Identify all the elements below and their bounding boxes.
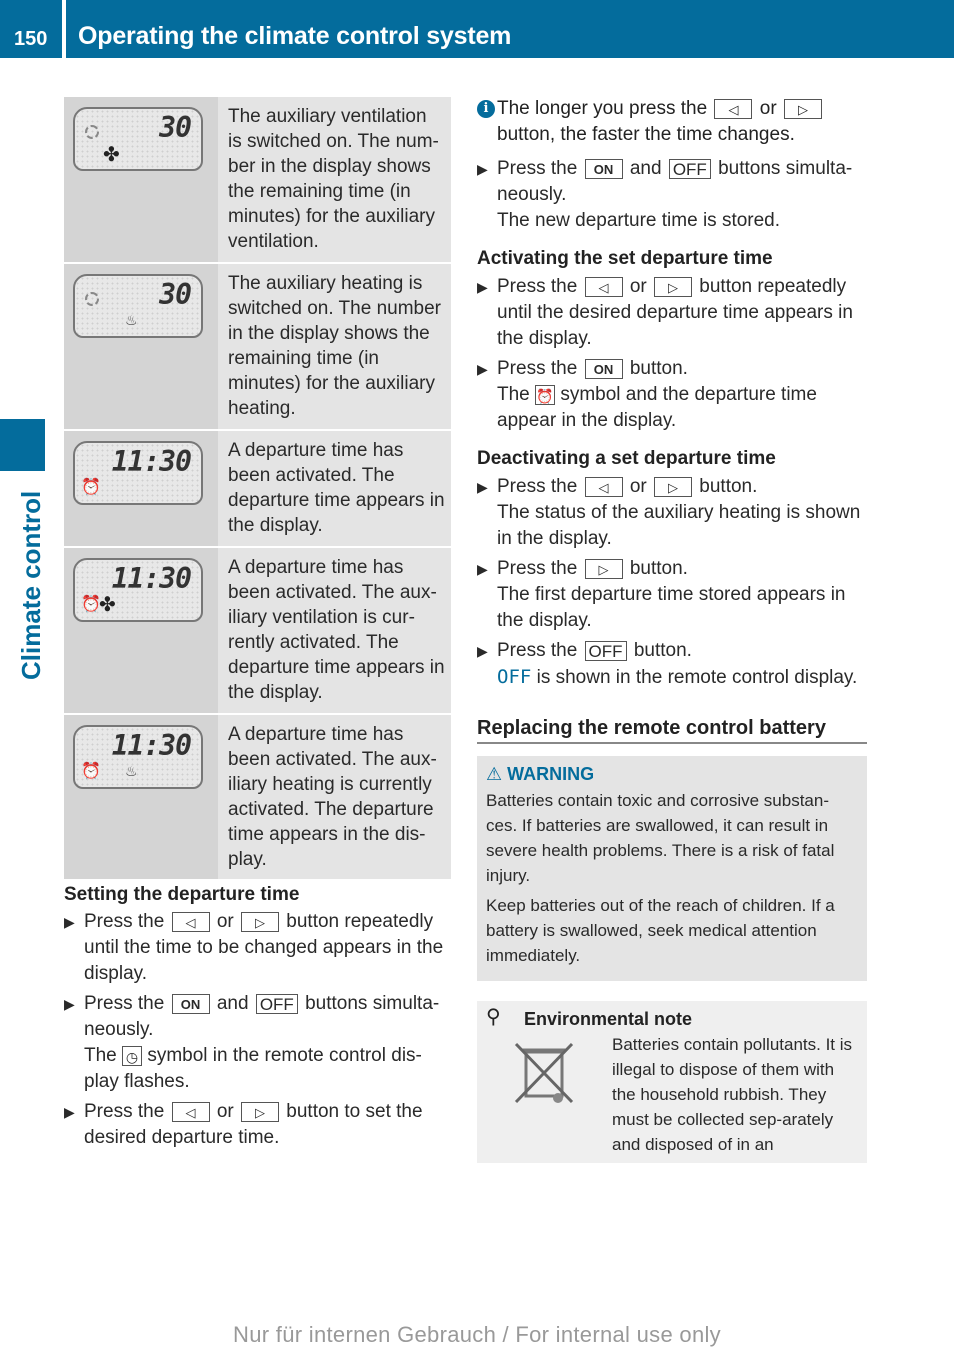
alarm-clock-icon: ⏰ (81, 596, 101, 613)
chapter-label: Climate control (16, 490, 46, 680)
instruction-step: ▶ Press the ◁ or ▷ button to set the des… (64, 1101, 423, 1148)
off-key-icon: OFF (255, 993, 298, 1014)
warning-triangle-icon: ⚠ (486, 764, 503, 784)
step-arrow-icon: ▶ (477, 479, 488, 495)
off-key-icon: OFF (668, 158, 711, 179)
instruction-step: ▶ Press the ◁ or ▷ button repeatedly unt… (64, 911, 444, 984)
right-key-icon: ▷ (241, 1101, 280, 1122)
step-arrow-icon: ▶ (477, 161, 488, 177)
left-key-icon: ◁ (584, 276, 623, 297)
step-arrow-icon: ▶ (477, 643, 488, 659)
lcd-display-image: 11:30 ⏰ ♨ (73, 725, 203, 789)
step-arrow-icon: ▶ (477, 561, 488, 577)
chapter-tab-marker (0, 419, 45, 471)
header-divider (62, 0, 66, 58)
clock-icon (85, 292, 99, 306)
right-column: i The longer you press the ◁ or ▷ button… (477, 96, 867, 1163)
lcd-display-image: 30 ♨ (73, 274, 203, 338)
instruction-step: ▶ Press the ON button. The ⏰ symbol and … (477, 358, 817, 431)
warning-box: ⚠ WARNING Batteries contain toxic and co… (477, 756, 867, 981)
left-key-icon: ◁ (171, 911, 210, 932)
right-key-icon: ▷ (654, 276, 693, 297)
step-arrow-icon: ▶ (64, 1104, 75, 1120)
warning-text: Keep batteries out of the reach of child… (486, 896, 835, 965)
table-row: 11:30 ⏰ A departure time has been activa… (64, 431, 451, 548)
instruction-step: ▶ Press the ◁ or ▷ button. The status of… (477, 476, 861, 549)
section-heading: Activating the set departure time (477, 248, 773, 269)
off-key-icon: OFF (584, 640, 627, 661)
info-note: i The longer you press the ◁ or ▷ button… (477, 96, 867, 148)
step-arrow-icon: ▶ (477, 279, 488, 295)
table-cell-description: The auxiliary heating is switched on. Th… (218, 264, 451, 429)
heating-icon: ♨ (125, 312, 138, 328)
env-note-title: Environmental note (524, 1009, 693, 1029)
step-arrow-icon: ▶ (64, 914, 75, 930)
left-key-icon: ◁ (584, 476, 623, 497)
display-symbols-table: 30 ✤ The auxiliary ventilation is switch… (64, 97, 451, 879)
right-key-icon: ▷ (241, 911, 280, 932)
step-arrow-icon: ▶ (477, 361, 488, 377)
right-key-icon: ▷ (783, 98, 822, 119)
warning-text: Batteries contain toxic and corrosive su… (486, 791, 835, 885)
fan-icon: ✤ (103, 144, 120, 166)
page-header: 150 Operating the climate control system (0, 0, 954, 58)
clock-icon (85, 125, 99, 139)
table-row: 30 ✤ The auxiliary ventilation is switch… (64, 97, 451, 264)
on-key-icon: ON (584, 158, 623, 179)
page-title: Operating the climate control system (78, 22, 512, 50)
off-display-text: OFF (497, 666, 532, 688)
instruction-step: ▶ Press the ▷ button. The first departur… (477, 558, 846, 631)
section-heading: Deactivating a set departure time (477, 448, 776, 469)
clock-symbol-icon: ◷ (122, 1045, 143, 1066)
heating-icon: ♨ (125, 763, 138, 779)
instruction-step: ▶ Press the OFF button. OFF is shown in … (477, 640, 858, 688)
left-key-icon: ◁ (714, 98, 753, 119)
table-cell-description: The auxiliary ventilation is switched on… (218, 97, 451, 262)
lcd-display-image: 11:30 ⏰ (73, 441, 203, 505)
environmental-note: ⚲ Environmental note Batteries contain p… (477, 1001, 867, 1163)
section-heading: Setting the departure time (64, 884, 300, 905)
alarm-clock-icon: ⏰ (81, 479, 101, 496)
table-row: 30 ♨ The auxiliary heating is switched o… (64, 264, 451, 431)
instruction-step: ▶ Press the ON and OFF buttons simulta-n… (64, 993, 440, 1092)
table-cell-description: A departure time has been activated. The… (218, 548, 451, 713)
on-key-icon: ON (584, 358, 623, 379)
step-arrow-icon: ▶ (64, 996, 75, 1012)
instruction-step: ▶ Press the ◁ or ▷ button repeatedly unt… (477, 276, 853, 349)
table-cell-description: A departure time has been activated. The… (218, 715, 451, 879)
info-icon: i (477, 100, 495, 118)
table-row: 11:30 ⏰ ✤ A departure time has been acti… (64, 548, 451, 715)
instruction-step: ▶ Press the ON and OFF buttons simulta-n… (477, 158, 853, 231)
table-row: 11:30 ⏰ ♨ A departure time has been acti… (64, 715, 451, 879)
alarm-clock-icon: ⏰ (81, 763, 101, 780)
lcd-display-image: 11:30 ⏰ ✤ (73, 558, 203, 622)
right-key-icon: ▷ (584, 558, 623, 579)
lcd-display-image: 30 ✤ (73, 107, 203, 171)
alarm-clock-symbol-icon: ⏰ (535, 384, 556, 405)
crossed-out-bin-icon (486, 1032, 612, 1157)
section-title: Replacing the remote control battery (477, 717, 867, 744)
warning-title: WARNING (507, 764, 595, 784)
environment-tree-icon: ⚲ (486, 1006, 501, 1028)
right-key-icon: ▷ (654, 476, 693, 497)
fan-icon: ✤ (99, 594, 116, 616)
on-key-icon: ON (171, 993, 210, 1014)
env-note-text: Batteries contain pollutants. It is ille… (612, 1035, 853, 1154)
setting-departure-time-section: Setting the departure time ▶ Press the ◁… (64, 884, 456, 1155)
table-cell-description: A departure time has been activated. The… (218, 431, 451, 546)
page-number: 150 (14, 28, 48, 50)
footer-watermark: Nur für internen Gebrauch / For internal… (233, 1322, 721, 1347)
left-key-icon: ◁ (171, 1101, 210, 1122)
